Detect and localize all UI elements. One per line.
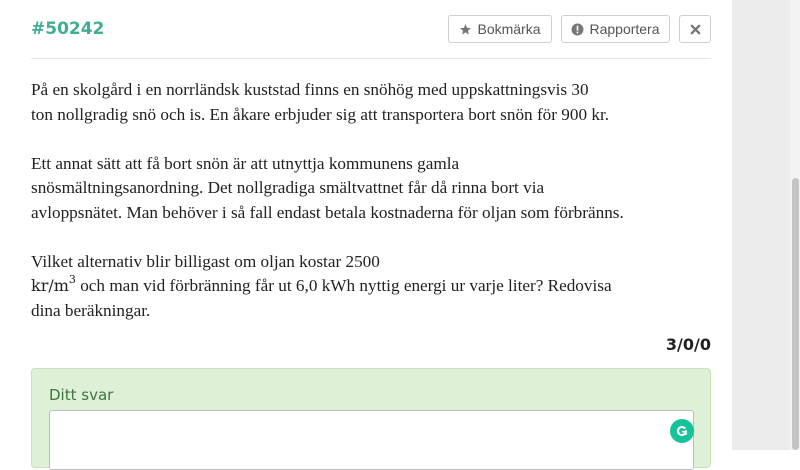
question-line: På en skolgård i en norrländsk kuststad … (31, 80, 589, 99)
question-paragraph-2: Ett annat sätt att få bort snön är att u… (31, 152, 711, 226)
report-button[interactable]: Rapportera (561, 15, 670, 43)
question-line: snösmältningsanordning. Det nollgradiga … (31, 178, 545, 197)
bookmark-button[interactable]: Bokmärka (448, 15, 552, 43)
points-badge: 3/0/0 (665, 335, 711, 354)
answer-label: Ditt svar (49, 386, 114, 404)
question-paragraph-1: På en skolgård i en norrländsk kuststad … (31, 78, 711, 127)
problem-id: #50242 (31, 19, 105, 39)
grammarly-icon[interactable] (670, 419, 694, 443)
question-line: och man vid förbränning får ut 6,0 kWh n… (75, 276, 612, 295)
question-line: Ett annat sätt att få bort snön är att u… (31, 153, 460, 173)
header-divider (31, 58, 711, 59)
exclamation-circle-icon (571, 23, 584, 36)
scrollbar-thumb[interactable] (792, 178, 799, 450)
question-line: dina beräkningar. (31, 300, 151, 320)
question-line: Vilket alternativ blir billigast om olja… (31, 251, 380, 271)
question-paragraph-3: Vilket alternativ blir billigast om olja… (31, 250, 711, 324)
report-label: Rapportera (589, 21, 660, 37)
question-line: avloppsnätet. Man behöver i så fall enda… (31, 202, 624, 222)
problem-card: #50242 Bokmärka Rapportera På en skolgår… (0, 0, 732, 470)
question-text: På en skolgård i en norrländsk kuststad … (31, 78, 711, 348)
star-icon (459, 23, 472, 36)
question-line: ton nollgradig snö och is. En åkare erbj… (31, 104, 610, 124)
bookmark-label: Bokmärka (477, 21, 541, 37)
answer-textarea[interactable] (49, 410, 694, 470)
unit-exponent: 3 (68, 272, 76, 286)
unit-formula: kr/m3 (31, 272, 76, 295)
close-button[interactable] (679, 15, 711, 43)
unit-base: kr/m (31, 276, 69, 295)
answer-panel: Ditt svar (31, 368, 711, 470)
close-icon (690, 24, 701, 35)
